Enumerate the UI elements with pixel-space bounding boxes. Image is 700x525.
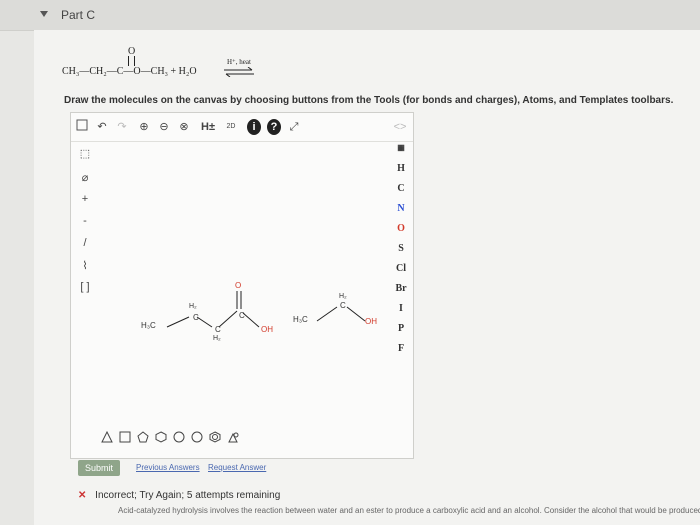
instructions: Draw the molecules on the canvas by choo… — [64, 95, 674, 106]
twod-button[interactable]: 2D — [223, 119, 239, 135]
incorrect-x-icon: ✕ — [78, 490, 87, 501]
atom-o-button[interactable]: O — [389, 223, 413, 239]
molecule-1-oh: OH — [261, 325, 273, 334]
chain-tool-icon[interactable]: ⌇ — [77, 259, 93, 275]
molecule-1-bonds — [166, 291, 366, 328]
clear-icon[interactable] — [75, 119, 89, 135]
collapse-caret-icon[interactable] — [40, 11, 48, 17]
submit-button[interactable]: Submit — [78, 460, 120, 476]
zoom-out-icon[interactable]: ⊖ — [157, 119, 171, 135]
redo-icon[interactable]: ↷ — [115, 119, 129, 135]
previous-answers-link[interactable]: Previous Answers — [136, 463, 200, 472]
editor-toolbar: ↶ ↷ ⊕ ⊖ ⊗ H± 2D i ? ⤢ <> — [71, 113, 413, 142]
atom-cl-button[interactable]: Cl — [389, 263, 413, 279]
benzene-template-icon[interactable] — [209, 431, 221, 443]
molecule-1-oxygen: O — [235, 281, 242, 290]
info-icon[interactable]: i — [247, 119, 261, 135]
molecule-1-h3c: H₃C — [141, 321, 156, 330]
tools-toolbar: ⬚ ⌀ + - / ⌇ [ ] — [71, 141, 97, 311]
atom-br-button[interactable]: Br — [389, 283, 413, 299]
atom-c-button[interactable]: C — [389, 183, 413, 199]
molecule-2-h2: H₂ — [339, 293, 347, 300]
molecule-1-carbonyl-carbon: C — [239, 311, 245, 320]
reaction-conditions: H⁺, heat — [227, 58, 251, 66]
zoom-in-icon[interactable]: ⊕ — [137, 119, 151, 135]
feedback-status-text: Incorrect; Try Again; 5 attempts remaini… — [95, 490, 281, 501]
equilibrium-arrow-icon — [224, 67, 254, 77]
collapse-icon[interactable]: <> — [393, 119, 407, 135]
drawing-canvas[interactable]: H₃C H₂ C O C OH C H₂ H₃C H₂ C OH — [97, 141, 389, 431]
request-answer-link[interactable]: Request Answer — [208, 463, 266, 472]
select-tool-icon[interactable]: ⬚ — [77, 147, 93, 163]
undo-icon[interactable]: ↶ — [95, 119, 109, 135]
molecule-1-carbon: C — [193, 313, 199, 322]
molecule-editor[interactable]: ↶ ↷ ⊕ ⊖ ⊗ H± 2D i ? ⤢ <> ⬚ ⌀ + - / ⌇ [ ]… — [70, 112, 414, 459]
cyclooctane-template-icon[interactable] — [191, 431, 203, 443]
molecule-1-ch2-h2: H₂ — [189, 303, 197, 310]
atoms-toolbar: ▦ H C N O S Cl Br I P F — [389, 141, 413, 381]
molecule-1-ch2-lower: C — [215, 325, 221, 334]
atom-h-button[interactable]: H — [389, 163, 413, 179]
help-icon[interactable]: ? — [267, 119, 281, 135]
cyclobutane-template-icon[interactable] — [119, 431, 131, 443]
molecule-1-h2-lower: H₂ — [213, 335, 221, 342]
cycloheptane-template-icon[interactable] — [173, 431, 185, 443]
part-title: Part C — [61, 8, 96, 22]
atom-i-button[interactable]: I — [389, 303, 413, 319]
eraser-tool-icon[interactable]: ⌀ — [77, 171, 93, 187]
atom-f-button[interactable]: F — [389, 343, 413, 359]
atom-p-button[interactable]: P — [389, 323, 413, 339]
reaction-equation: O CH₃—CH₂—C—O—CH₃ + H₂O H⁺, heat — [62, 46, 382, 86]
single-bond-icon[interactable]: / — [77, 237, 93, 253]
molecule-2-oh: OH — [365, 317, 377, 326]
molecule-2-carbon: C — [340, 301, 346, 310]
molecule-2-h3c: H₃C — [293, 315, 308, 324]
feedback-status: ✕ Incorrect; Try Again; 5 attempts remai… — [78, 490, 280, 501]
negative-charge-icon[interactable]: - — [77, 215, 93, 231]
bracket-tool-icon[interactable]: [ ] — [77, 281, 93, 297]
templates-toolbar — [101, 429, 301, 449]
periodic-table-icon[interactable]: ▦ — [389, 143, 413, 159]
hydrogen-toggle-button[interactable]: H± — [199, 119, 217, 135]
atom-n-button[interactable]: N — [389, 203, 413, 219]
zoom-reset-icon[interactable]: ⊗ — [177, 119, 191, 135]
fullscreen-icon[interactable]: ⤢ — [287, 119, 301, 135]
equation-lhs: CH₃—CH₂—C—O—CH₃ + H₂O — [62, 66, 197, 77]
cyclopentane-template-icon[interactable] — [137, 431, 149, 443]
cyclopropane-template-icon[interactable] — [101, 431, 113, 443]
part-header[interactable]: Part C — [0, 0, 700, 31]
feedback-hint: Acid-catalyzed hydrolysis involves the r… — [118, 506, 700, 515]
atom-s-button[interactable]: S — [389, 243, 413, 259]
custom-template-icon[interactable] — [227, 431, 239, 443]
positive-charge-icon[interactable]: + — [77, 193, 93, 209]
carbonyl-double-bond — [128, 56, 135, 66]
cyclohexane-template-icon[interactable] — [155, 431, 167, 443]
